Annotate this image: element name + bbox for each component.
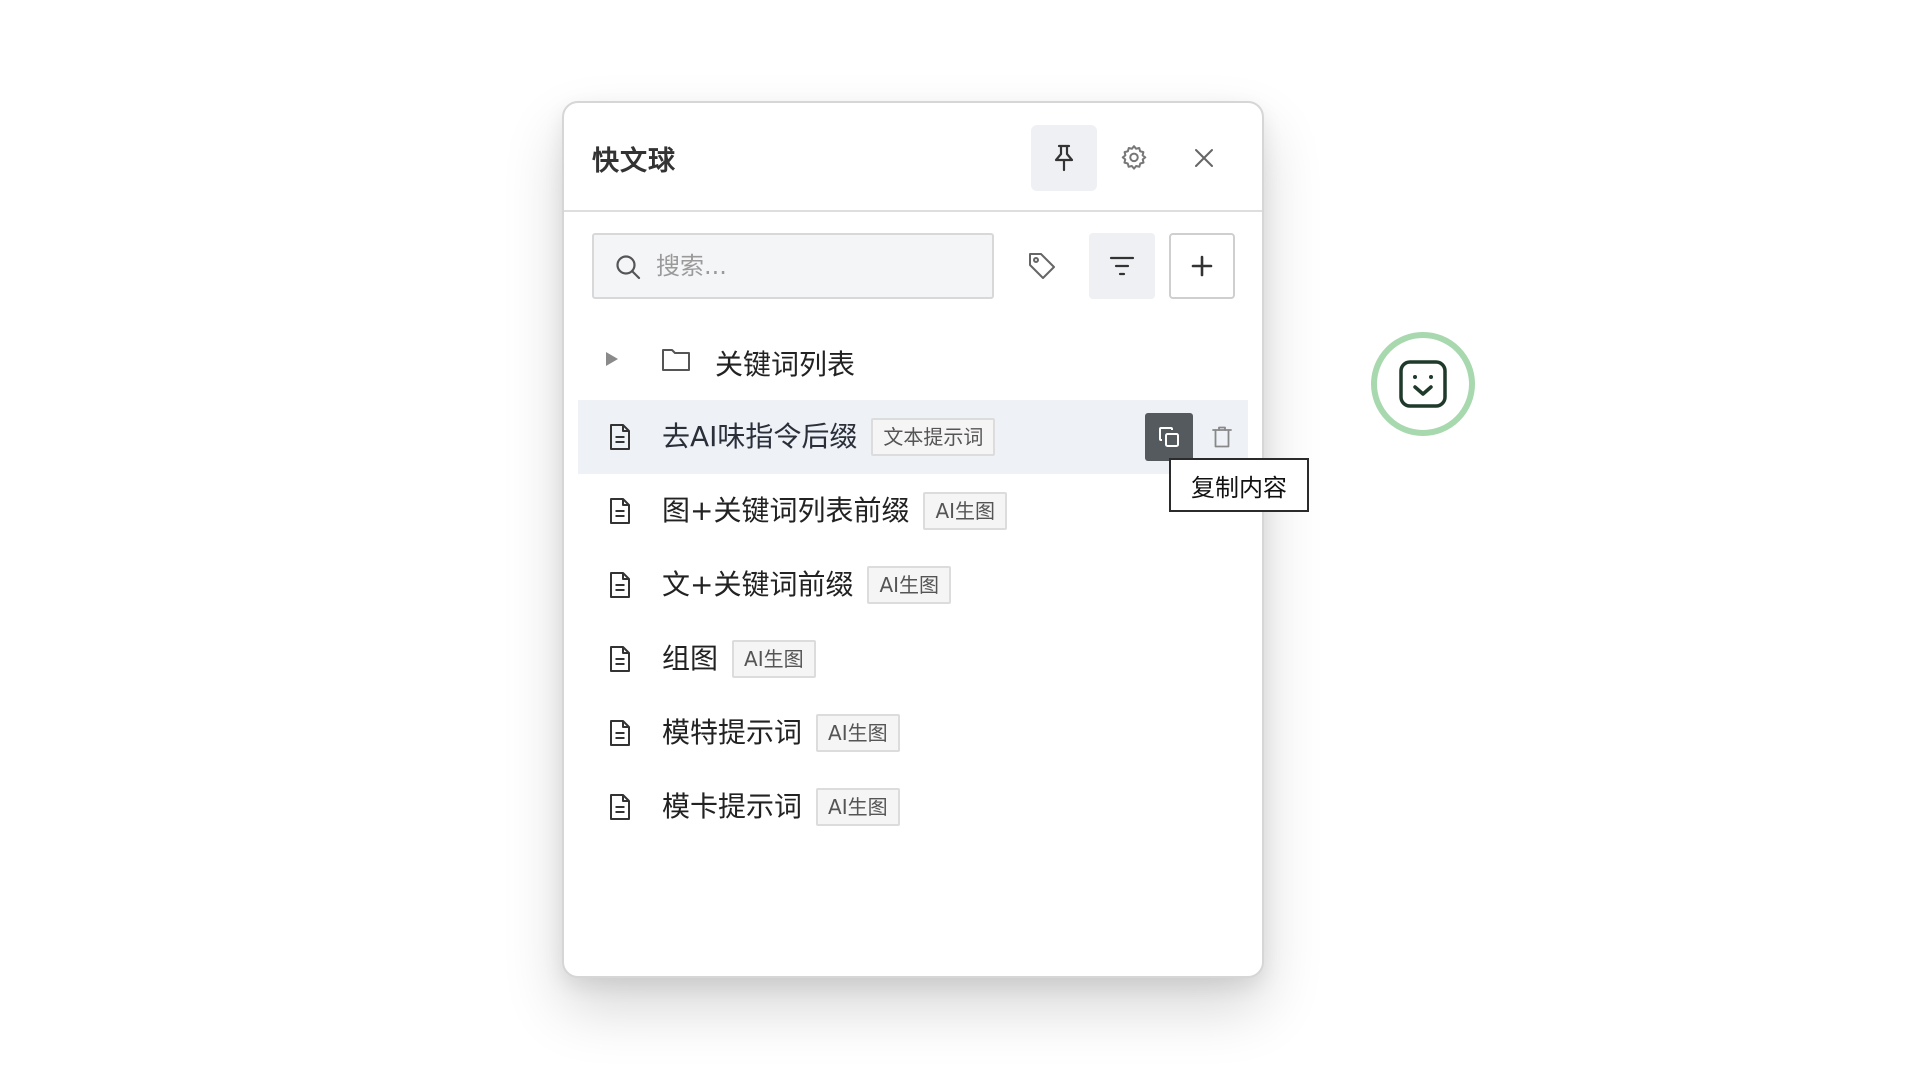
item-label: 去AI味指令后缀 <box>662 420 858 453</box>
expand-caret-icon[interactable] <box>602 347 622 371</box>
item-label: 模卡提示词 <box>662 790 803 823</box>
folder-label: 关键词列表 <box>715 348 856 381</box>
tag-icon <box>1029 253 1055 279</box>
document-icon <box>608 571 632 599</box>
sort-filter-button[interactable] <box>1089 233 1155 299</box>
item-tag-badge: AI生图 <box>816 788 900 826</box>
toolbar <box>564 212 1262 312</box>
item-tag-badge: AI生图 <box>816 714 900 752</box>
folder-row[interactable]: 关键词列表 <box>564 323 1262 395</box>
item-content: 组图 AI生图 <box>662 639 816 679</box>
list-item[interactable]: 模卡提示词 AI生图 <box>578 770 1248 844</box>
add-button[interactable] <box>1169 233 1235 299</box>
gear-icon <box>1121 145 1147 170</box>
smiley-face-icon <box>1399 360 1447 408</box>
copy-button[interactable] <box>1145 413 1193 461</box>
list-item[interactable]: 图+关键词列表前缀 AI生图 <box>578 474 1248 548</box>
delete-button[interactable] <box>1198 413 1246 461</box>
item-label: 图+关键词列表前缀 <box>662 494 910 527</box>
panel-header: 快文球 <box>564 103 1262 212</box>
floating-ball-button[interactable] <box>1371 332 1475 436</box>
document-icon <box>608 719 632 747</box>
document-icon <box>608 793 632 821</box>
item-tag-badge: AI生图 <box>732 640 816 678</box>
item-content: 文+关键词前缀 AI生图 <box>662 565 952 605</box>
trash-icon <box>1212 426 1232 448</box>
quick-text-panel: 快文球 搜索... 关键词列表 去AI味指令后缀 文本提示词 图+关键词列表前缀… <box>562 101 1264 978</box>
copy-tooltip: 复制内容 <box>1169 458 1309 512</box>
item-label: 模特提示词 <box>662 716 803 749</box>
search-box[interactable] <box>592 233 994 299</box>
close-icon <box>1195 149 1213 167</box>
item-content: 模卡提示词 AI生图 <box>662 787 900 827</box>
close-button[interactable] <box>1171 125 1237 191</box>
list-item[interactable]: 模特提示词 AI生图 <box>578 696 1248 770</box>
item-tag-badge: AI生图 <box>867 566 952 604</box>
pin-icon <box>1054 144 1074 172</box>
item-label: 文+关键词前缀 <box>662 568 854 601</box>
search-icon <box>614 253 642 281</box>
filter-icon <box>1109 256 1135 276</box>
item-content: 去AI味指令后缀 文本提示词 <box>662 417 996 457</box>
item-content: 模特提示词 AI生图 <box>662 713 900 753</box>
folder-icon <box>660 344 692 374</box>
copy-icon <box>1159 427 1179 447</box>
list-item[interactable]: 组图 AI生图 <box>578 622 1248 696</box>
document-icon <box>608 497 632 525</box>
item-label: 组图 <box>662 642 719 675</box>
tag-filter-button[interactable] <box>1009 233 1075 299</box>
search-input[interactable] <box>654 239 984 293</box>
item-tag-badge: AI生图 <box>923 492 1008 530</box>
settings-button[interactable] <box>1101 125 1167 191</box>
list-item[interactable]: 文+关键词前缀 AI生图 <box>578 548 1248 622</box>
plus-icon <box>1191 255 1213 277</box>
pin-button[interactable] <box>1031 125 1097 191</box>
app-title: 快文球 <box>592 146 676 177</box>
item-content: 图+关键词列表前缀 AI生图 <box>662 491 1008 531</box>
list-item[interactable]: 去AI味指令后缀 文本提示词 <box>578 400 1248 474</box>
document-icon <box>608 423 632 451</box>
item-tag-badge: 文本提示词 <box>871 418 996 456</box>
document-icon <box>608 645 632 673</box>
